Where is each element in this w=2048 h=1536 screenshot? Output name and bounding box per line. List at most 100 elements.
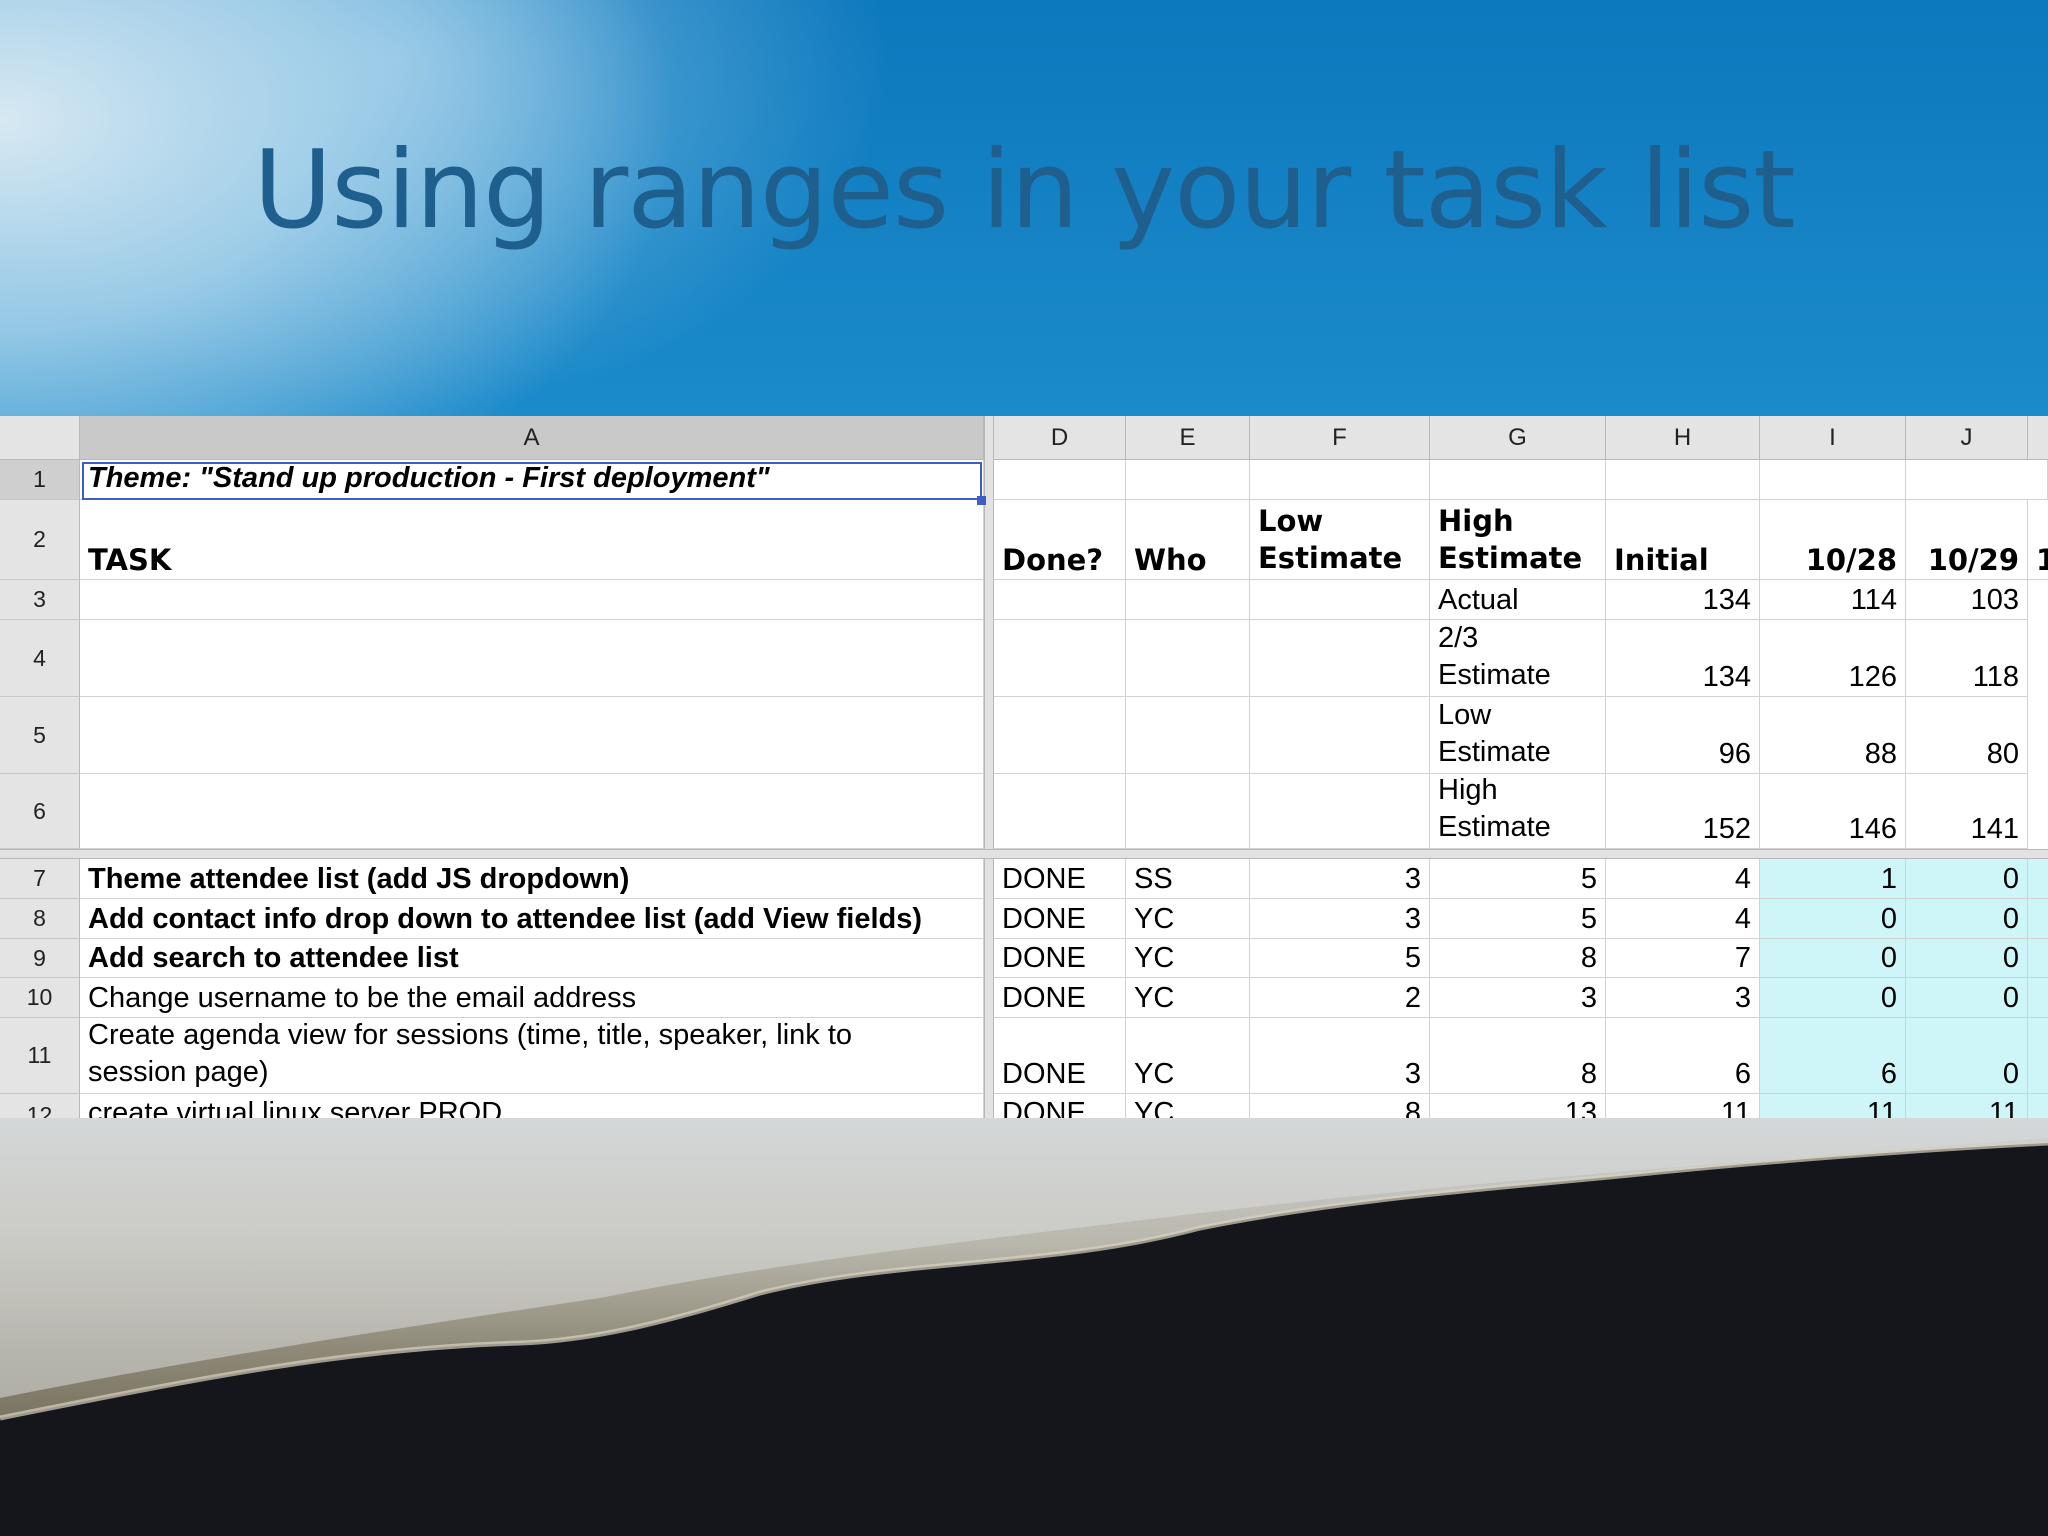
task-row-8-d2[interactable]: 0 bbox=[1906, 899, 2028, 939]
task-row-11-initial[interactable]: 6 bbox=[1606, 1018, 1760, 1094]
task-row-7-done[interactable]: DONE bbox=[994, 859, 1126, 899]
header-done[interactable]: Done? bbox=[994, 500, 1126, 580]
cell-d6[interactable] bbox=[994, 774, 1126, 849]
header-date-1[interactable]: 10/28 bbox=[1760, 500, 1906, 580]
frozen-column-divider[interactable] bbox=[984, 416, 994, 1118]
column-header-e[interactable]: E bbox=[1126, 416, 1250, 460]
summary-label-two-thirds[interactable]: 2/3 Estimate bbox=[1430, 620, 1606, 697]
row-header-11[interactable]: 11 bbox=[0, 1018, 80, 1094]
summary-two-thirds-d2[interactable]: 118 bbox=[1906, 620, 2028, 697]
task-row-11-task[interactable]: Create agenda view for sessions (time, t… bbox=[80, 1018, 984, 1094]
column-header-h[interactable]: H bbox=[1606, 416, 1760, 460]
cell-d3[interactable] bbox=[994, 580, 1126, 620]
task-row-9-d3[interactable] bbox=[2028, 939, 2048, 978]
task-row-11-high[interactable]: 8 bbox=[1430, 1018, 1606, 1094]
cell-f3[interactable] bbox=[1250, 580, 1430, 620]
task-row-8-done[interactable]: DONE bbox=[994, 899, 1126, 939]
task-row-10-high[interactable]: 3 bbox=[1430, 978, 1606, 1018]
task-row-10-who[interactable]: YC bbox=[1126, 978, 1250, 1018]
header-date-2[interactable]: 10/29 bbox=[1906, 500, 2028, 580]
cell-j1[interactable] bbox=[1906, 460, 2048, 500]
task-row-11-d2[interactable]: 0 bbox=[1906, 1018, 2028, 1094]
task-row-8-d3[interactable] bbox=[2028, 899, 2048, 939]
task-row-9-task[interactable]: Add search to attendee list bbox=[80, 939, 984, 978]
summary-label-low[interactable]: Low Estimate bbox=[1430, 697, 1606, 774]
summary-high-initial[interactable]: 152 bbox=[1606, 774, 1760, 849]
column-header-g[interactable]: G bbox=[1430, 416, 1606, 460]
summary-two-thirds-d1[interactable]: 126 bbox=[1760, 620, 1906, 697]
row-header-4[interactable]: 4 bbox=[0, 620, 80, 697]
cell-a3[interactable] bbox=[80, 580, 984, 620]
task-row-12-d2[interactable]: 11 bbox=[1906, 1094, 2028, 1118]
summary-low-d2[interactable]: 80 bbox=[1906, 697, 2028, 774]
cell-e6[interactable] bbox=[1126, 774, 1250, 849]
row-header-6[interactable]: 6 bbox=[0, 774, 80, 849]
task-row-8-initial[interactable]: 4 bbox=[1606, 899, 1760, 939]
row-header-5[interactable]: 5 bbox=[0, 697, 80, 774]
header-who[interactable]: Who bbox=[1126, 500, 1250, 580]
row-header-2[interactable]: 2 bbox=[0, 500, 80, 580]
cell-g1[interactable] bbox=[1430, 460, 1606, 500]
task-row-12-high[interactable]: 13 bbox=[1430, 1094, 1606, 1118]
row-header-8[interactable]: 8 bbox=[0, 899, 80, 939]
task-row-10-initial[interactable]: 3 bbox=[1606, 978, 1760, 1018]
frozen-row-divider[interactable] bbox=[0, 849, 2048, 859]
cell-f5[interactable] bbox=[1250, 697, 1430, 774]
cell-e1[interactable] bbox=[1126, 460, 1250, 500]
summary-actual-d2[interactable]: 103 bbox=[1906, 580, 2028, 620]
fill-handle[interactable] bbox=[977, 496, 986, 505]
task-row-7-d1[interactable]: 1 bbox=[1760, 859, 1906, 899]
summary-label-high[interactable]: High Estimate bbox=[1430, 774, 1606, 849]
row-header-3[interactable]: 3 bbox=[0, 580, 80, 620]
task-row-9-done[interactable]: DONE bbox=[994, 939, 1126, 978]
summary-low-initial[interactable]: 96 bbox=[1606, 697, 1760, 774]
task-row-12-d3[interactable] bbox=[2028, 1094, 2048, 1118]
column-header-d[interactable]: D bbox=[994, 416, 1126, 460]
header-initial[interactable]: Initial bbox=[1606, 500, 1760, 580]
task-row-9-initial[interactable]: 7 bbox=[1606, 939, 1760, 978]
column-header-f[interactable]: F bbox=[1250, 416, 1430, 460]
task-row-11-done[interactable]: DONE bbox=[994, 1018, 1126, 1094]
cell-f4[interactable] bbox=[1250, 620, 1430, 697]
task-row-10-d2[interactable]: 0 bbox=[1906, 978, 2028, 1018]
task-row-12-task[interactable]: create virtual linux server PROD bbox=[80, 1094, 984, 1118]
task-row-7-initial[interactable]: 4 bbox=[1606, 859, 1760, 899]
task-row-12-low[interactable]: 8 bbox=[1250, 1094, 1430, 1118]
task-row-7-d2[interactable]: 0 bbox=[1906, 859, 2028, 899]
summary-low-d1[interactable]: 88 bbox=[1760, 697, 1906, 774]
cell-e4[interactable] bbox=[1126, 620, 1250, 697]
task-row-11-d3[interactable] bbox=[2028, 1018, 2048, 1094]
task-row-9-d1[interactable]: 0 bbox=[1760, 939, 1906, 978]
task-row-10-d1[interactable]: 0 bbox=[1760, 978, 1906, 1018]
row-header-7[interactable]: 7 bbox=[0, 859, 80, 899]
task-row-12-done[interactable]: DONE bbox=[994, 1094, 1126, 1118]
header-date-3-partial[interactable]: 1 bbox=[2028, 500, 2048, 580]
row-header-12[interactable]: 12 bbox=[0, 1094, 80, 1118]
cell-f6[interactable] bbox=[1250, 774, 1430, 849]
header-high-estimate[interactable]: High Estimate bbox=[1430, 500, 1606, 580]
task-row-7-d3[interactable] bbox=[2028, 859, 2048, 899]
task-row-10-low[interactable]: 2 bbox=[1250, 978, 1430, 1018]
task-row-8-d1[interactable]: 0 bbox=[1760, 899, 1906, 939]
column-header-a[interactable]: A bbox=[80, 416, 984, 460]
task-row-8-who[interactable]: YC bbox=[1126, 899, 1250, 939]
task-row-7-who[interactable]: SS bbox=[1126, 859, 1250, 899]
cell-d1[interactable] bbox=[994, 460, 1126, 500]
summary-high-d2[interactable]: 141 bbox=[1906, 774, 2028, 849]
task-row-11-who[interactable]: YC bbox=[1126, 1018, 1250, 1094]
cell-e3[interactable] bbox=[1126, 580, 1250, 620]
task-row-7-low[interactable]: 3 bbox=[1250, 859, 1430, 899]
column-header-k[interactable] bbox=[2028, 416, 2048, 460]
cell-a6[interactable] bbox=[80, 774, 984, 849]
cell-e5[interactable] bbox=[1126, 697, 1250, 774]
cell-a5[interactable] bbox=[80, 697, 984, 774]
summary-actual-d1[interactable]: 114 bbox=[1760, 580, 1906, 620]
task-row-11-d1[interactable]: 6 bbox=[1760, 1018, 1906, 1094]
task-row-9-d2[interactable]: 0 bbox=[1906, 939, 2028, 978]
header-task[interactable]: TASK bbox=[80, 500, 984, 580]
task-row-12-d1[interactable]: 11 bbox=[1760, 1094, 1906, 1118]
task-row-7-task[interactable]: Theme attendee list (add JS dropdown) bbox=[80, 859, 984, 899]
summary-two-thirds-initial[interactable]: 134 bbox=[1606, 620, 1760, 697]
task-row-10-d3[interactable] bbox=[2028, 978, 2048, 1018]
cell-h1[interactable] bbox=[1606, 460, 1760, 500]
